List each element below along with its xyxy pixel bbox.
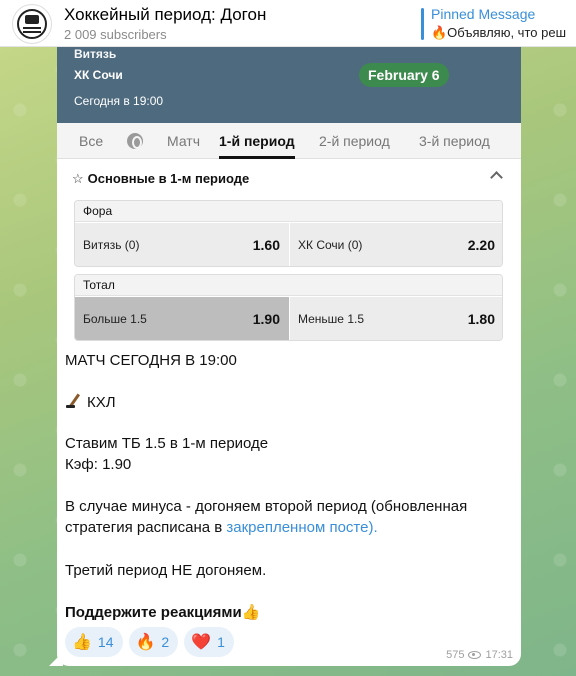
market-title: Тотал [75, 275, 502, 296]
message-line: Поддержите реакциями👍 [65, 604, 261, 621]
match-time: Сегодня в 19:00 [74, 94, 164, 108]
pinned-message-preview[interactable]: 🔥Объявляю, что реш [431, 25, 576, 41]
channel-logo-icon [17, 9, 47, 39]
market-title: Фора [75, 201, 502, 222]
chevron-up-icon[interactable] [490, 171, 503, 184]
eye-icon [468, 651, 482, 659]
odd-button-selected[interactable]: Больше 1.5 1.90 [75, 297, 289, 340]
tab-period-3[interactable]: 3-й период [419, 123, 490, 159]
reaction-count: 1 [217, 634, 225, 650]
message-league: КХЛ [65, 393, 116, 413]
channel-title[interactable]: Хоккейный период: Догон [64, 5, 266, 25]
section-title-text: Основные в 1-м периоде [87, 171, 250, 186]
message-line: Кэф: 1.90 [65, 456, 132, 473]
message-line: Третий период НЕ догоняем. [65, 562, 267, 579]
pinned-indicator [421, 8, 424, 40]
pinned-message-label[interactable]: Pinned Message [431, 6, 535, 22]
market-tabs: Все Матч 1-й период 2-й период 3-й перио… [57, 123, 521, 159]
market-handicap: Фора Витязь (0) 1.60 ХК Сочи (0) 2.20 [74, 200, 503, 267]
hockey-stick-icon [65, 393, 83, 409]
odd-value: 2.20 [467, 237, 495, 253]
odd-name: ХК Сочи (0) [298, 238, 363, 252]
reaction-heart[interactable]: ❤️ 1 [184, 627, 234, 657]
reaction-count: 14 [97, 634, 114, 650]
odd-button[interactable]: Меньше 1.5 1.80 [290, 297, 502, 340]
message-bubble: Витязь ХК Сочи Сегодня в 19:00 February … [57, 47, 521, 666]
league-name: КХЛ [87, 394, 116, 411]
hot-icon[interactable] [127, 133, 143, 149]
odd-button[interactable]: ХК Сочи (0) 2.20 [290, 223, 502, 266]
tab-period-2[interactable]: 2-й период [319, 123, 390, 159]
tab-all[interactable]: Все [79, 123, 103, 159]
chat-header: Хоккейный период: Догон 2 009 subscriber… [0, 0, 576, 47]
pinned-post-link[interactable]: закрепленном посте). [226, 519, 377, 536]
message-line: стратегия расписана в закрепленном посте… [65, 518, 378, 538]
message-text: стратегия расписана в [65, 519, 227, 536]
message-time: 17:31 [485, 649, 513, 661]
heart-icon: ❤️ [191, 634, 212, 651]
match-banner: Витязь ХК Сочи Сегодня в 19:00 February … [57, 47, 521, 123]
message-meta: 575 17:31 [446, 649, 513, 661]
message-line: МАТЧ СЕГОДНЯ В 19:00 [65, 352, 237, 369]
odd-value: 1.80 [467, 311, 495, 327]
thumbs-up-icon: 👍 [72, 634, 92, 651]
odd-name: Больше 1.5 [83, 312, 147, 326]
odd-name: Витязь (0) [83, 238, 140, 252]
reaction-thumbs-up[interactable]: 👍 14 [65, 627, 123, 657]
section-title[interactable]: ☆ Основные в 1-м периоде [72, 171, 249, 187]
reactions-bar: 👍 14 🔥 2 ❤️ 1 [65, 627, 234, 657]
reaction-count: 2 [161, 634, 170, 650]
subscriber-count: 2 009 subscribers [64, 27, 167, 42]
tab-period-1[interactable]: 1-й период [219, 123, 295, 159]
date-badge: February 6 [359, 63, 449, 87]
team-home: Витязь [74, 47, 117, 61]
odd-button[interactable]: Витязь (0) 1.60 [75, 223, 289, 266]
reaction-fire[interactable]: 🔥 2 [128, 627, 179, 657]
fire-icon: 🔥 [135, 634, 156, 651]
tab-match[interactable]: Матч [167, 123, 200, 159]
message-line: Ставим ТБ 1.5 в 1-м периоде [65, 435, 269, 452]
message-line: В случае минуса - догоняем второй период… [65, 498, 468, 515]
market-total: Тотал Больше 1.5 1.90 Меньше 1.5 1.80 [74, 274, 503, 341]
channel-avatar[interactable] [12, 4, 52, 44]
odd-value: 1.90 [252, 311, 280, 327]
odd-value: 1.60 [252, 237, 280, 253]
view-count: 575 [446, 649, 465, 661]
odd-name: Меньше 1.5 [298, 312, 364, 326]
team-away: ХК Сочи [74, 68, 123, 82]
star-icon[interactable]: ☆ [72, 171, 84, 186]
